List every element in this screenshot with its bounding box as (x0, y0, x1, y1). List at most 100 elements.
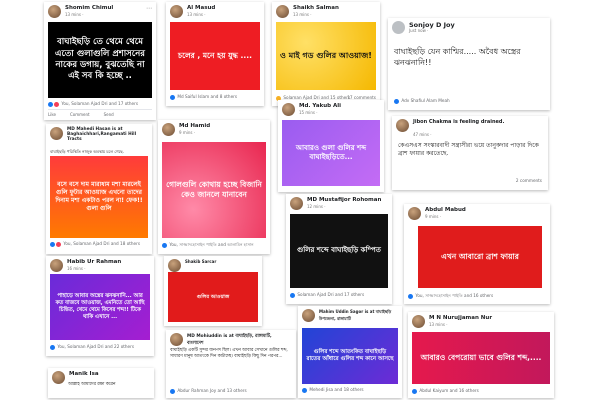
reaction-count: Abdul Kaiyum and 16 others (419, 388, 479, 393)
avatar[interactable] (170, 5, 183, 18)
post-card-mahim: Mahim Uddin Sagor is at বাঘাইছড়ি উপজেলা… (298, 306, 402, 398)
post-text-image: পাহাড়ে আবার অস্ত্রের ঝনঝনানি... আর কত ব… (50, 274, 150, 340)
avatar[interactable] (290, 197, 303, 210)
post-card-habib: Habib Ur Rahman 16 mins · পাহাড়ে আবার অ… (46, 256, 154, 356)
author-name[interactable]: Abdul Mabud (425, 207, 466, 213)
comment-count[interactable]: 2 comments (516, 178, 542, 183)
avatar[interactable] (170, 333, 183, 346)
post-text: বাঘাইছড়ি একটি সুন্দর জনপদ ছিল। এখন আবার… (170, 348, 288, 360)
like-reaction-icon (50, 344, 55, 350)
avatar[interactable] (52, 371, 65, 384)
avatar[interactable] (50, 127, 63, 140)
post-text-image: চলের , মনে হয় যুদ্ধ .... (170, 22, 260, 90)
post-time: Just now · (409, 28, 429, 33)
avatar[interactable] (392, 21, 405, 34)
reaction-count: Solaman Ajad Dri and 17 others (297, 292, 365, 297)
post-time: 13 mins · (293, 12, 312, 17)
author-name[interactable]: Shomim Chimul (65, 5, 113, 11)
post-text: বাঘাইছড়ি যেন কাশ্মির..... অবৈধ অস্ত্রের… (394, 47, 521, 68)
author-name[interactable]: M N Nurujjaman Nur (429, 315, 492, 321)
reaction-count: You, Solaman Ajad Dri and 17 others (61, 101, 139, 106)
reaction-count: Mehedi Jisa and 18 others (309, 387, 364, 392)
post-card-sonjoy: Sonjoy D Joy Just now · বাঘাইছড়ি যেন কা… (388, 18, 550, 110)
reaction-summary[interactable]: You, Solaman Ajad Dri and 22 others (50, 344, 134, 350)
author-title[interactable]: Mahim Uddin Sagor is at বাঘাইছড়ি উপজেলা… (319, 309, 399, 323)
post-card-shaikh-salman: Shaikh Salman 13 mins · ও মাই গড গুলির আ… (272, 2, 380, 106)
author-name[interactable]: Shaikh Salman (293, 5, 339, 11)
more-options-icon[interactable]: ⋯ (146, 5, 152, 12)
post-text-image: বসে বসে দাম মারাধ্যম মশা মারলেই গুলি ফুট… (50, 156, 148, 238)
send-button[interactable]: Send (104, 112, 114, 117)
post-text-image: বাঘাইছড়ি তে থেমে থেমে এতো গুলাগুলি প্রশ… (48, 22, 152, 98)
reaction-summary[interactable]: You, সাজ্জাদহোসাইন পাইতি and 16 others (408, 293, 493, 300)
reaction-summary[interactable]: Abdul Kaiyum and 16 others (412, 388, 479, 394)
post-card-shomim: Shomim Chimul 13 mins · ⋯ বাঘাইছড়ি তে থ… (44, 2, 156, 120)
reaction-summary[interactable]: Abdur Rahman Joy and 13 others (170, 388, 247, 394)
like-reaction-icon (412, 388, 417, 394)
author-name[interactable]: Shakib Sarcar (185, 259, 216, 264)
avatar[interactable] (302, 309, 315, 322)
post-caption: বাঘাইছড়ি পরিস্থিতি নাজুক অবস্থায় চলে গ… (50, 149, 124, 154)
avatar[interactable] (396, 119, 409, 132)
love-reaction-icon (54, 101, 59, 107)
avatar[interactable] (162, 123, 175, 136)
post-text-image: গুলির শব্দে বাঘাইছড়ি কম্পিত (290, 214, 388, 288)
post-card-yakub: Md. Yakub Ali 15 mins · আবারও গুলা গুলির… (278, 100, 384, 192)
avatar[interactable] (48, 5, 61, 18)
post-time: 12 mins · (307, 204, 326, 209)
avatar[interactable] (168, 259, 181, 272)
post-card-hamid: Md Hamid 9 mins · গোলগুলি কোথায় হচ্ছে ব… (158, 120, 270, 254)
post-time: 47 mins · (413, 132, 432, 137)
author-title[interactable]: MD Mahedi Hasan is at Baghaichhari,Ranga… (67, 127, 147, 142)
reaction-summary[interactable]: You, Solaman Ajad Dri and 17 others (48, 101, 138, 107)
love-reaction-icon (56, 241, 61, 247)
post-text-image: ও মাই গড গুলির আওয়াজ! (276, 22, 376, 90)
avatar[interactable] (408, 207, 421, 220)
reaction-count: You, Solaman Ajad Dri and 22 others (57, 344, 135, 349)
post-card-mustafijor: MD Mustafijor Rohoman 12 mins · গুলির শব… (286, 194, 392, 304)
author-name[interactable]: Md Hamid (179, 123, 210, 129)
post-card-red-image: Shakib Sarcar গুলির আওয়াজ (164, 256, 262, 326)
like-button[interactable]: Like (48, 112, 56, 117)
action-bar: Like Comment Send (48, 109, 152, 117)
avatar[interactable] (50, 259, 63, 272)
author-title[interactable]: Jibon Chakma is feeling drained. (413, 119, 533, 125)
author-name[interactable]: Manik Isa (69, 371, 99, 377)
author-name[interactable]: Al Masud (187, 5, 215, 11)
post-time: 13 mins · (65, 12, 84, 17)
post-time: 9 mins · (179, 130, 195, 135)
reaction-summary[interactable]: Solaman Ajad Dri and 17 others (290, 292, 364, 298)
reaction-summary[interactable]: Md Saiful Islam and 8 others (170, 94, 237, 100)
post-time: 16 mins · (67, 266, 86, 271)
author-name[interactable]: MD Mustafijor Rohoman (307, 197, 381, 203)
reaction-count: You, সাজ্জাদহোসাইন পাইতি and 16 others (415, 293, 494, 298)
post-text-image: আবারও বেপরোয়া ভাবে গুলির শব্দ,.... (412, 332, 550, 384)
post-card-mohiuddin: MD Mohiuddin is at বাঘাইছড়ি, রাঙ্গামাটি… (166, 330, 296, 398)
reaction-summary[interactable]: Adv Shafiul Alam Meah (394, 98, 450, 104)
reaction-count: Adv Shafiul Alam Meah (401, 98, 450, 103)
avatar[interactable] (412, 315, 425, 328)
reaction-summary[interactable]: You, সাজ্জাদহোসাইন পাইতি and আলামিন হাসা… (162, 242, 254, 249)
comment-text: আল্লাহ আমাদের রক্ষা করেন (68, 382, 116, 387)
post-time: 13 mins · (187, 12, 206, 17)
comment-button[interactable]: Comment (70, 112, 90, 117)
reaction-count: You, Solaman Ajad Dri and 18 others (63, 241, 141, 246)
post-card-manik: Manik Isa আল্লাহ আমাদের রক্ষা করেন (48, 368, 154, 398)
like-reaction-icon (170, 94, 175, 100)
author-name[interactable]: Md. Yakub Ali (299, 103, 341, 109)
post-text-image: এখন আবারো ব্রাশ ফায়ার (418, 226, 542, 288)
like-reaction-icon (162, 242, 167, 248)
reaction-summary[interactable]: You, Solaman Ajad Dri and 18 others (50, 241, 140, 247)
like-reaction-icon (394, 98, 399, 104)
avatar[interactable] (276, 5, 289, 18)
post-card-jibon: Jibon Chakma is feeling drained. 47 mins… (392, 116, 548, 190)
like-reaction-icon (290, 292, 295, 298)
like-reaction-icon (48, 101, 53, 107)
post-card-nurujjaman: M N Nurujjaman Nur 13 mins · আবারও বেপরো… (408, 312, 554, 398)
like-reaction-icon (302, 387, 307, 393)
author-name[interactable]: Habib Ur Rahman (67, 259, 121, 265)
avatar[interactable] (282, 103, 295, 116)
reaction-summary[interactable]: Mehedi Jisa and 18 others (302, 387, 364, 393)
post-text-image: গুলির শব্দে আতংকিত বাঘাইছড়ি রাতের আঁধার… (302, 328, 398, 384)
author-title[interactable]: MD Mohiuddin is at বাঘাইছড়ি, রাঙ্গামাটি… (187, 333, 287, 347)
